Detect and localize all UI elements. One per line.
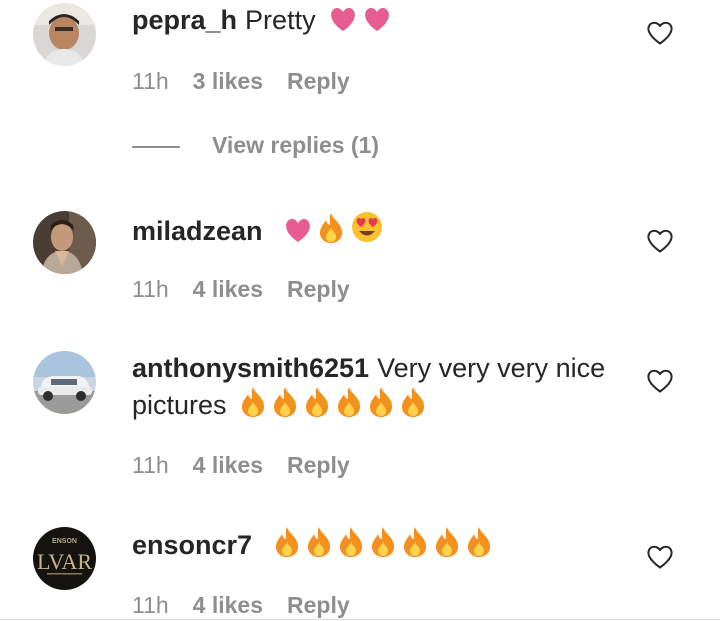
fire-emoji-icon bbox=[467, 527, 490, 557]
comment-timestamp: 11h bbox=[132, 452, 169, 478]
view-replies-label: View replies (1) bbox=[212, 132, 380, 158]
comment-text: pepra_h Pretty bbox=[132, 2, 622, 38]
heart-emoji-icon bbox=[365, 7, 389, 31]
avatar-image bbox=[33, 3, 96, 66]
fire-emoji-icon bbox=[275, 527, 298, 557]
comment-message: Pretty bbox=[245, 5, 316, 35]
avatar[interactable] bbox=[33, 211, 96, 274]
comment-username[interactable]: miladzean bbox=[132, 216, 263, 246]
comment-likes-count[interactable]: 4 likes bbox=[193, 452, 263, 478]
divider bbox=[0, 619, 720, 620]
heart-emoji-icon bbox=[286, 218, 310, 242]
reply-button[interactable]: Reply bbox=[287, 276, 350, 302]
fire-emoji-icon bbox=[402, 387, 425, 417]
heart-outline-icon[interactable] bbox=[646, 544, 674, 570]
fire-emoji-icon bbox=[370, 387, 393, 417]
comment-username[interactable]: ensoncr7 bbox=[132, 530, 252, 560]
reply-button[interactable]: Reply bbox=[287, 68, 350, 94]
avatar-image bbox=[33, 351, 96, 414]
heart-eyes-emoji-icon bbox=[352, 212, 383, 242]
fire-emoji-icon bbox=[371, 527, 394, 557]
comment-likes-count[interactable]: 4 likes bbox=[193, 276, 263, 302]
comment-text: miladzean bbox=[132, 210, 622, 249]
comment-likes-count[interactable]: 3 likes bbox=[193, 68, 263, 94]
view-replies-button[interactable]: View replies (1) bbox=[132, 132, 432, 162]
reply-button[interactable]: Reply bbox=[287, 592, 350, 618]
avatar[interactable] bbox=[33, 351, 96, 414]
comment-text: anthonysmith6251 Very very very nice pict… bbox=[132, 350, 622, 423]
comment-timestamp: 11h bbox=[132, 68, 169, 94]
heart-outline-icon[interactable] bbox=[646, 228, 674, 254]
fire-emoji-icon bbox=[338, 387, 361, 417]
fire-emoji-icon bbox=[274, 387, 297, 417]
fire-emoji-icon bbox=[242, 387, 265, 417]
view-replies-line bbox=[132, 146, 180, 148]
avatar[interactable]: ENSON LVAR bbox=[33, 527, 96, 590]
avatar-image: ENSON LVAR bbox=[33, 527, 96, 590]
comment-timestamp: 11h bbox=[132, 276, 169, 302]
comment-meta: 11h 4 likes Reply bbox=[132, 592, 350, 619]
avatar-image bbox=[33, 211, 96, 274]
heart-outline-icon[interactable] bbox=[646, 368, 674, 394]
avatar[interactable] bbox=[33, 3, 96, 66]
fire-emoji-icon bbox=[403, 527, 426, 557]
reply-button[interactable]: Reply bbox=[287, 452, 350, 478]
fire-emoji-icon bbox=[306, 387, 329, 417]
fire-emoji-icon bbox=[435, 527, 458, 557]
comment-meta: 11h 4 likes Reply bbox=[132, 276, 350, 303]
avatar-text-top: ENSON bbox=[52, 538, 77, 545]
comment-username[interactable]: pepra_h bbox=[132, 5, 237, 35]
comment-timestamp: 11h bbox=[132, 592, 169, 618]
comment-likes-count[interactable]: 4 likes bbox=[193, 592, 263, 618]
heart-emoji-icon bbox=[331, 7, 355, 31]
comment-meta: 11h 3 likes Reply bbox=[132, 68, 350, 95]
fire-emoji-icon bbox=[320, 213, 343, 243]
fire-emoji-icon bbox=[307, 527, 330, 557]
comment-text: ensoncr7 bbox=[132, 526, 622, 563]
comment-meta: 11h 4 likes Reply bbox=[132, 452, 350, 479]
avatar-text-main: LVAR bbox=[37, 549, 92, 574]
comment-username[interactable]: anthonysmith6251 bbox=[132, 353, 369, 383]
heart-outline-icon[interactable] bbox=[646, 20, 674, 46]
fire-emoji-icon bbox=[339, 527, 362, 557]
